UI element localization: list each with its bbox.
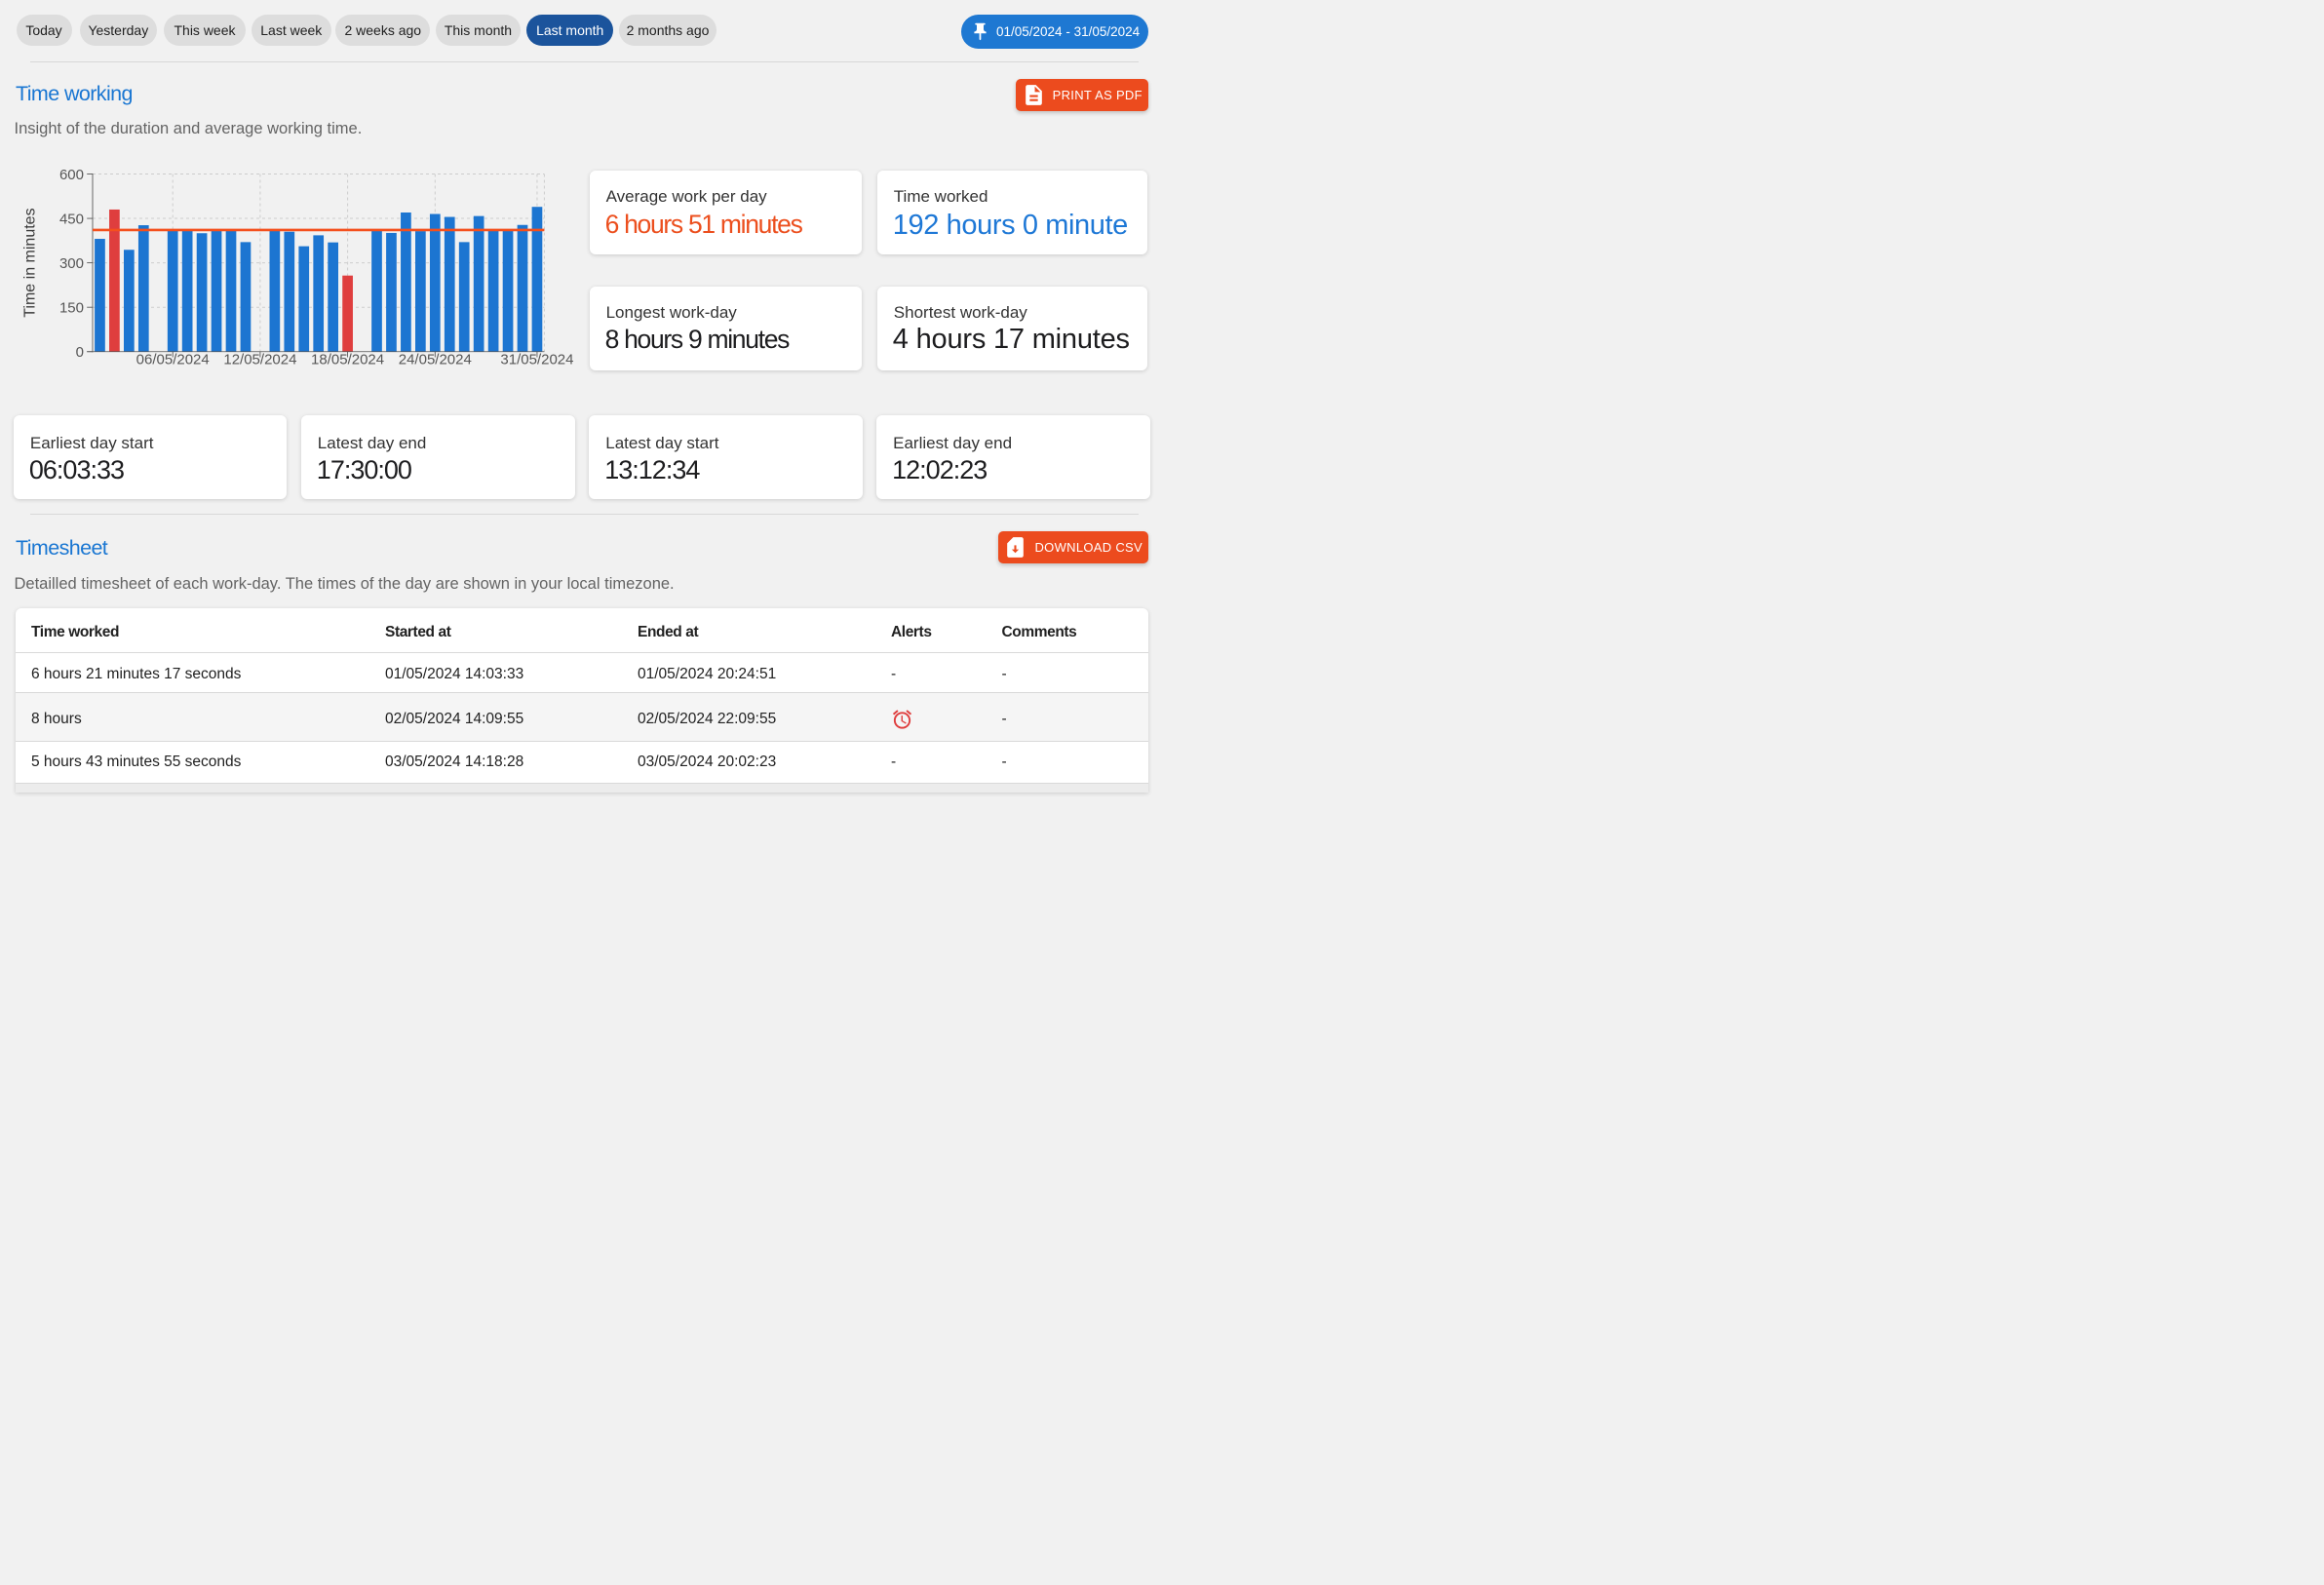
svg-text:450: 450 [59,211,84,227]
svg-text:24/05/2024: 24/05/2024 [399,351,472,367]
svg-text:06/05/2024: 06/05/2024 [136,351,210,367]
svg-text:300: 300 [59,255,84,272]
svg-text:18/05/2024: 18/05/2024 [311,351,384,367]
svg-text:150: 150 [59,299,84,316]
svg-text:Time in minutes: Time in minutes [22,208,39,317]
svg-text:31/05/2024: 31/05/2024 [500,351,573,367]
svg-text:0: 0 [76,344,84,361]
svg-text:600: 600 [59,167,84,183]
svg-text:12/05/2024: 12/05/2024 [223,351,296,367]
